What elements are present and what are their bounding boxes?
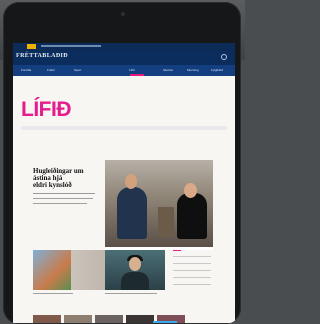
list-item[interactable] (173, 284, 211, 285)
tablet-device: FRÉTTABLAÐIÐ Forsíða Fréttir Sport Lífið… (3, 2, 241, 324)
person-figure (117, 187, 147, 239)
content-strip (21, 126, 227, 130)
story-image[interactable] (33, 250, 71, 290)
nav-item[interactable]: Menning (187, 68, 199, 72)
face-shape (129, 257, 141, 271)
text-line (33, 203, 87, 204)
headline-text-line (33, 193, 95, 194)
thumbnail[interactable] (95, 315, 123, 323)
thumbnail-row (33, 315, 213, 323)
section-nav: Forsíða Fréttir Sport Lífið Skoðun Menni… (13, 65, 235, 76)
sidebar-list (173, 250, 213, 290)
story-image[interactable] (105, 250, 165, 290)
camera-icon (121, 12, 125, 16)
list-item[interactable] (173, 277, 211, 278)
background-furniture (158, 207, 174, 237)
person-head (125, 174, 137, 189)
screen: FRÉTTABLAÐIÐ Forsíða Fréttir Sport Lífið… (13, 43, 235, 323)
site-top-bar (13, 43, 235, 51)
story-caption (33, 293, 73, 294)
list-item[interactable] (173, 256, 211, 257)
list-item[interactable] (173, 263, 211, 264)
nav-item[interactable]: Sport (74, 68, 81, 72)
list-marker (173, 250, 181, 251)
nav-item[interactable]: Skoðun (163, 68, 173, 72)
story-caption (105, 293, 157, 294)
top-links-strip (41, 45, 101, 47)
nav-item[interactable]: Fréttir (47, 68, 55, 72)
body-shape (121, 272, 149, 290)
section-title: LÍFIÐ (21, 98, 72, 121)
thumbnail[interactable] (126, 315, 154, 323)
nav-active-indicator (130, 74, 144, 76)
bottom-indicator (153, 321, 177, 323)
nav-item[interactable]: Fylgiblöð (211, 68, 223, 72)
headline-line: eldri kynslóð (33, 181, 72, 189)
text-line (33, 198, 93, 199)
site-badge[interactable] (27, 44, 36, 49)
site-logo[interactable]: FRÉTTABLAÐIÐ (16, 53, 68, 59)
person-head (184, 183, 197, 198)
nav-item[interactable]: Forsíða (21, 68, 31, 72)
search-icon[interactable] (221, 54, 227, 60)
thumbnail[interactable] (33, 315, 61, 323)
masthead: FRÉTTABLAÐIÐ (13, 51, 235, 65)
person-figure (177, 193, 207, 239)
thumbnail[interactable] (64, 315, 92, 323)
nav-item-active[interactable]: Lífið (129, 68, 135, 72)
headline[interactable]: Hugleiðingar um ástina hjá eldri kynslóð (33, 168, 103, 189)
list-item[interactable] (173, 270, 211, 271)
